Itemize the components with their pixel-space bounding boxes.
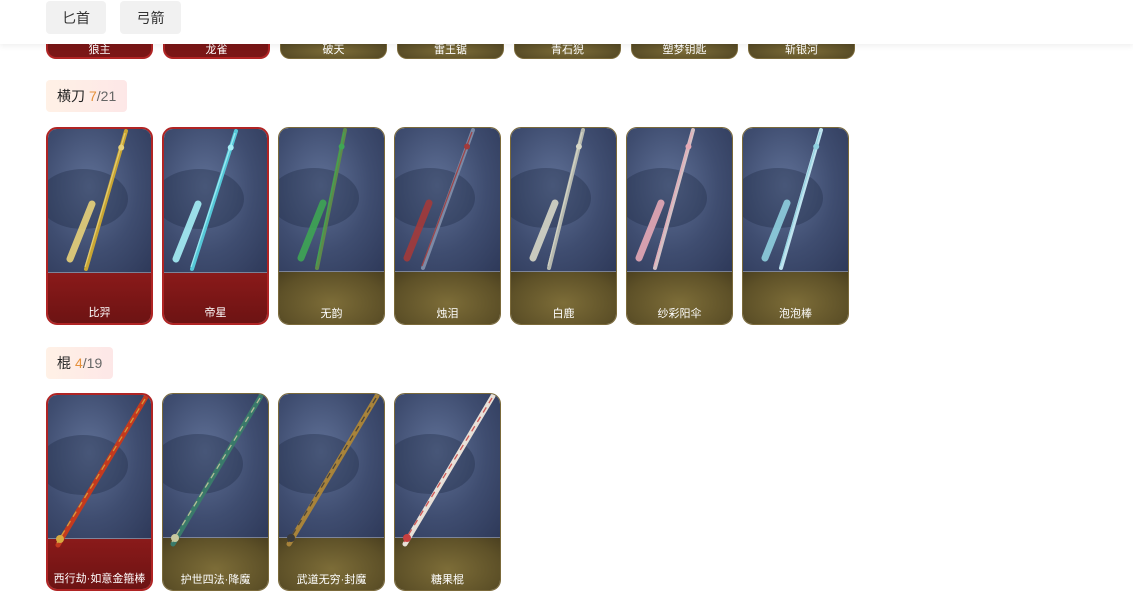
section-heading-gun: 棍 4/19	[46, 347, 114, 379]
bubble-wand-icon	[761, 128, 823, 270]
section-count: 7/21	[89, 88, 117, 104]
section-heading-hengdao: 横刀 7/21	[46, 80, 128, 112]
weapon-name: 白鹿	[552, 308, 575, 320]
silver-sword-icon	[529, 128, 585, 270]
weapon-type-tabbar: 匕首 弓箭	[0, 0, 1133, 44]
weapon-card[interactable]: 纱彩阳伞	[626, 127, 733, 325]
weapon-card[interactable]: 西行劫·如意金箍棒	[46, 393, 153, 591]
golden-staff-icon	[55, 395, 149, 548]
weapon-grid-hengdao: 比羿 帝星 无韵 烛泪 白鹿 纱彩阳伞 泡泡棒	[46, 127, 849, 325]
weapon-card[interactable]: 白鹿	[510, 127, 617, 325]
section-count: 4/19	[75, 355, 103, 371]
bronze-staff-icon	[286, 394, 380, 547]
section-title: 横刀	[57, 88, 85, 104]
weapon-name: 武道无穷·封魔	[296, 574, 367, 586]
weapon-card[interactable]: 泡泡棒	[742, 127, 849, 325]
candy-cane-staff-icon	[402, 394, 496, 547]
weapon-name: 帝星	[204, 307, 227, 319]
weapon-card[interactable]: 无韵	[278, 127, 385, 325]
weapon-card[interactable]: 武道无穷·封魔	[278, 393, 385, 591]
tab-dagger[interactable]: 匕首	[46, 1, 106, 34]
tab-bow[interactable]: 弓箭	[120, 1, 181, 34]
dark-sword-icon	[403, 128, 475, 270]
weapon-name: 无韵	[320, 308, 343, 320]
jade-staff-icon	[170, 394, 264, 547]
weapon-card[interactable]: 烛泪	[394, 127, 501, 325]
parasol-sword-icon	[635, 128, 695, 270]
weapon-name: 纱彩阳伞	[657, 308, 702, 320]
crystal-sword-icon	[172, 129, 238, 271]
weapon-name: 泡泡棒	[779, 308, 812, 320]
golden-sword-icon	[66, 129, 128, 271]
section-title: 棍	[57, 355, 71, 371]
weapon-name: 烛泪	[436, 308, 459, 320]
weapon-card[interactable]: 护世四法·降魔	[162, 393, 269, 591]
collection-page: 狼主 龙雀 破天 雷王锯 青石猊 塑梦钥匙 斩银河 横刀 7/21 比羿 帝星 无韵 烛泪 白鹿 纱彩…	[0, 0, 1133, 610]
weapon-card[interactable]: 帝星	[162, 127, 269, 325]
weapon-name: 比羿	[88, 307, 111, 319]
weapon-name: 糖果棍	[431, 574, 464, 586]
weapon-name: 西行劫·如意金箍棒	[53, 573, 146, 585]
weapon-card[interactable]: 比羿	[46, 127, 153, 325]
jade-sword-icon	[297, 128, 347, 270]
weapon-name: 护世四法·降魔	[180, 574, 251, 586]
weapon-card[interactable]: 糖果棍	[394, 393, 501, 591]
weapon-grid-gun: 西行劫·如意金箍棒 护世四法·降魔 武道无穷·封魔 糖果棍	[46, 393, 501, 591]
